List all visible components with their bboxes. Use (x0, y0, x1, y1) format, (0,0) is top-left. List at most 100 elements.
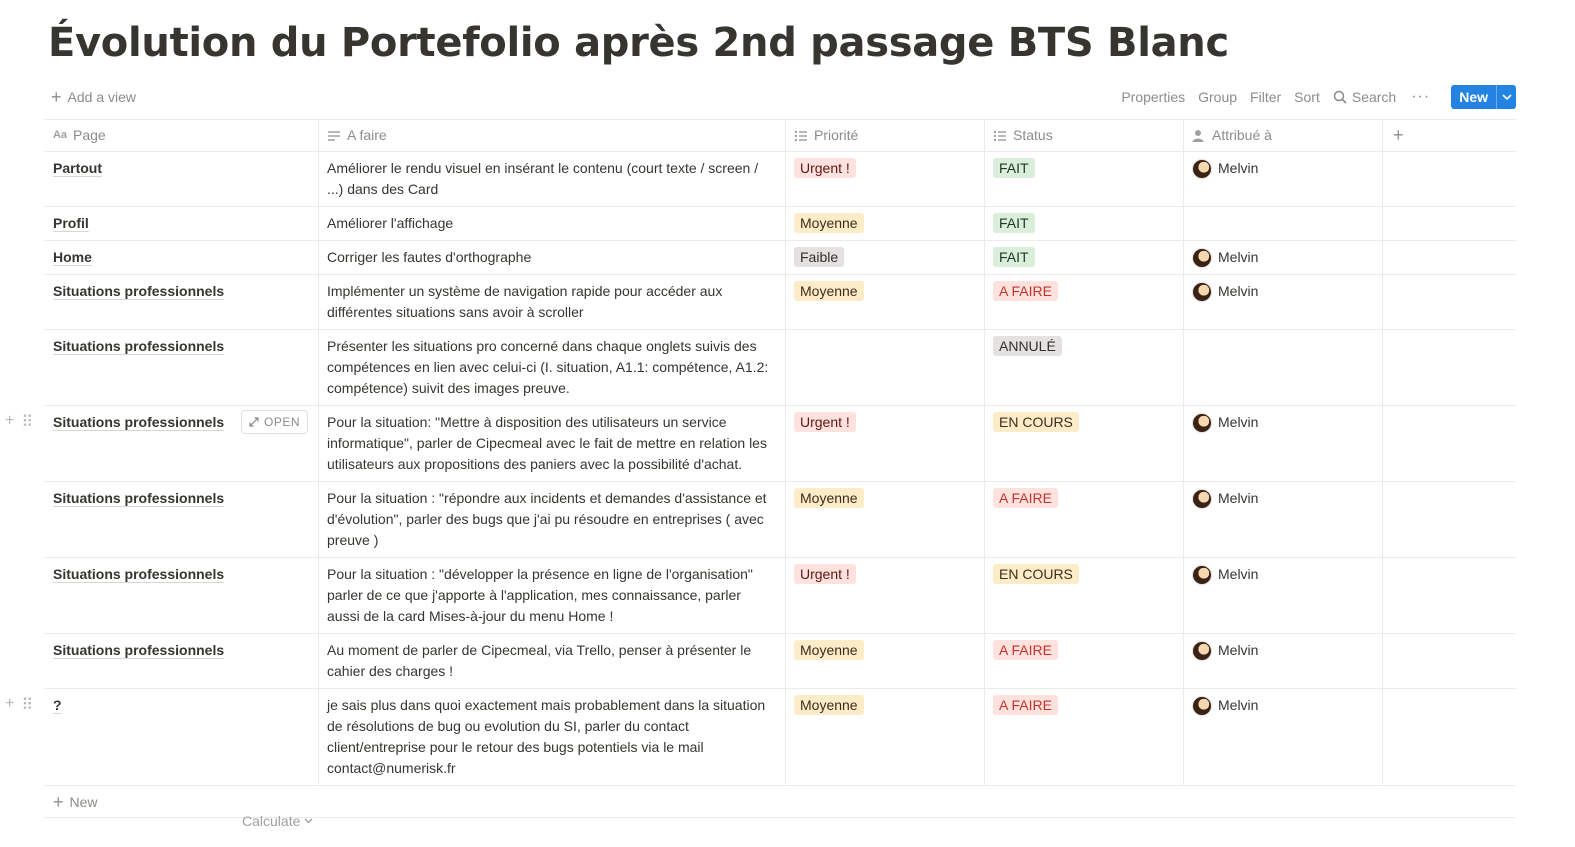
cell-attribue[interactable]: Melvin (1184, 634, 1383, 688)
cell-attribue[interactable]: Melvin (1184, 152, 1383, 206)
page-link[interactable]: Profil (53, 215, 89, 231)
page-link[interactable]: Home (53, 249, 92, 265)
cell-priorite[interactable]: Moyenne (786, 207, 985, 240)
cell-attribue[interactable]: Melvin (1184, 406, 1383, 481)
search-button[interactable]: Search (1333, 89, 1396, 105)
open-label: OPEN (263, 415, 300, 429)
cell-status[interactable]: A FAIRE (985, 689, 1184, 785)
column-header-page[interactable]: Aa Page (45, 120, 319, 151)
table-row[interactable]: Profil Améliorer l'affichage Moyenne FAIT (45, 207, 1516, 241)
select-property-icon (993, 130, 1006, 141)
cell-status[interactable]: A FAIRE (985, 634, 1184, 688)
cell-a-faire[interactable]: Au moment de parler de Cipecmeal, via Tr… (319, 634, 786, 688)
page-link[interactable]: Partout (53, 160, 102, 176)
cell-priorite[interactable]: Urgent ! (786, 152, 985, 206)
add-view-button[interactable]: + Add a view (45, 88, 136, 106)
cell-attribue[interactable]: Melvin (1184, 275, 1383, 329)
page-link[interactable]: Situations professionnels (53, 642, 224, 658)
filter-button[interactable]: Filter (1250, 89, 1281, 105)
plus-icon[interactable]: + (5, 412, 14, 432)
drag-handle-icon[interactable]: ⠿ (21, 412, 33, 432)
cell-empty (1383, 207, 1516, 240)
cell-status[interactable]: EN COURS (985, 558, 1184, 633)
plus-icon[interactable]: + (5, 695, 14, 715)
group-button[interactable]: Group (1198, 89, 1237, 105)
cell-a-faire[interactable]: Corriger les fautes d'orthographe (319, 241, 786, 274)
table-row[interactable]: Home Corriger les fautes d'orthographe Fai… (45, 241, 1516, 275)
calculate-button[interactable]: Calculate (242, 813, 313, 829)
column-header-status[interactable]: Status (985, 120, 1184, 151)
page-link[interactable]: ? (53, 697, 62, 713)
cell-status[interactable]: EN COURS (985, 406, 1184, 481)
status-tag: ANNULÉ (993, 336, 1062, 356)
column-header-attribue[interactable]: Attribué à (1184, 120, 1383, 151)
cell-page[interactable]: Situations professionnels OPEN (45, 406, 319, 481)
cell-page[interactable]: Situations professionnels (45, 634, 319, 688)
cell-priorite[interactable]: Moyenne (786, 482, 985, 557)
cell-priorite[interactable]: Moyenne (786, 634, 985, 688)
cell-page[interactable]: Situations professionnels (45, 275, 319, 329)
cell-attribue[interactable] (1184, 330, 1383, 405)
cell-attribue[interactable]: Melvin (1184, 689, 1383, 785)
cell-priorite[interactable] (786, 330, 985, 405)
table-row[interactable]: Situations professionnels Implémenter un … (45, 275, 1516, 330)
column-header-a-faire[interactable]: A faire (319, 120, 786, 151)
cell-status[interactable]: ANNULÉ (985, 330, 1184, 405)
cell-status[interactable]: A FAIRE (985, 275, 1184, 329)
cell-page[interactable]: Partout (45, 152, 319, 206)
cell-attribue[interactable]: Melvin (1184, 558, 1383, 633)
cell-priorite[interactable]: Moyenne (786, 275, 985, 329)
cell-a-faire[interactable]: Présenter les situations pro concerné da… (319, 330, 786, 405)
cell-page[interactable]: Situations professionnels (45, 558, 319, 633)
cell-priorite[interactable]: Faible (786, 241, 985, 274)
cell-attribue[interactable]: Melvin (1184, 482, 1383, 557)
cell-status[interactable]: FAIT (985, 152, 1184, 206)
open-row-button[interactable]: OPEN (240, 410, 308, 434)
new-button[interactable]: New (1451, 85, 1516, 109)
table-row[interactable]: Situations professionnels Présenter les s… (45, 330, 1516, 406)
new-button-label[interactable]: New (1451, 85, 1496, 109)
page-link[interactable]: Situations professionnels (53, 283, 224, 299)
cell-a-faire[interactable]: Pour la situation: "Mettre à disposition… (319, 406, 786, 481)
page-link[interactable]: Situations professionnels (53, 414, 224, 430)
row-handle[interactable]: + ⠿ (5, 695, 33, 715)
table-row[interactable]: Situations professionnels Au moment de pa… (45, 634, 1516, 689)
cell-status[interactable]: A FAIRE (985, 482, 1184, 557)
row-handle[interactable]: + ⠿ (5, 412, 33, 432)
sort-button[interactable]: Sort (1294, 89, 1320, 105)
cell-priorite[interactable]: Urgent ! (786, 406, 985, 481)
properties-button[interactable]: Properties (1121, 89, 1185, 105)
cell-page[interactable]: Situations professionnels (45, 482, 319, 557)
drag-handle-icon[interactable]: ⠿ (21, 695, 33, 715)
cell-attribue[interactable]: Melvin (1184, 241, 1383, 274)
cell-a-faire[interactable]: Implémenter un système de navigation rap… (319, 275, 786, 329)
cell-status[interactable]: FAIT (985, 241, 1184, 274)
cell-page[interactable]: Home (45, 241, 319, 274)
cell-a-faire[interactable]: je sais plus dans quoi exactement mais p… (319, 689, 786, 785)
cell-attribue[interactable] (1184, 207, 1383, 240)
status-tag: A FAIRE (993, 281, 1058, 301)
page-link[interactable]: Situations professionnels (53, 338, 224, 354)
page-link[interactable]: Situations professionnels (53, 490, 224, 506)
priority-tag: Urgent ! (794, 564, 856, 584)
page-link[interactable]: Situations professionnels (53, 566, 224, 582)
cell-a-faire[interactable]: Pour la situation : "répondre aux incide… (319, 482, 786, 557)
table-row[interactable]: Situations professionnels Pour la situati… (45, 558, 1516, 634)
table-row[interactable]: Situations professionnels Pour la situati… (45, 482, 1516, 558)
table-row[interactable]: + ⠿ Situations professionnels OPEN Pour la s… (5, 406, 1516, 482)
chevron-down-icon[interactable] (1496, 85, 1516, 109)
cell-status[interactable]: FAIT (985, 207, 1184, 240)
table-row[interactable]: + ⠿? je sais plus dans quoi exactement mai… (5, 689, 1516, 786)
cell-a-faire[interactable]: Améliorer l'affichage (319, 207, 786, 240)
cell-priorite[interactable]: Moyenne (786, 689, 985, 785)
cell-page[interactable]: Profil (45, 207, 319, 240)
cell-page[interactable]: Situations professionnels (45, 330, 319, 405)
cell-priorite[interactable]: Urgent ! (786, 558, 985, 633)
column-header-priorite[interactable]: Priorité (786, 120, 985, 151)
add-property-button[interactable]: + (1383, 120, 1516, 151)
cell-a-faire[interactable]: Améliorer le rendu visuel en insérant le… (319, 152, 786, 206)
table-row[interactable]: Partout Améliorer le rendu visuel en insé… (45, 152, 1516, 207)
cell-a-faire[interactable]: Pour la situation : "développer la prése… (319, 558, 786, 633)
cell-page[interactable]: ? (45, 689, 319, 785)
more-options-icon[interactable]: ··· (1411, 88, 1430, 106)
